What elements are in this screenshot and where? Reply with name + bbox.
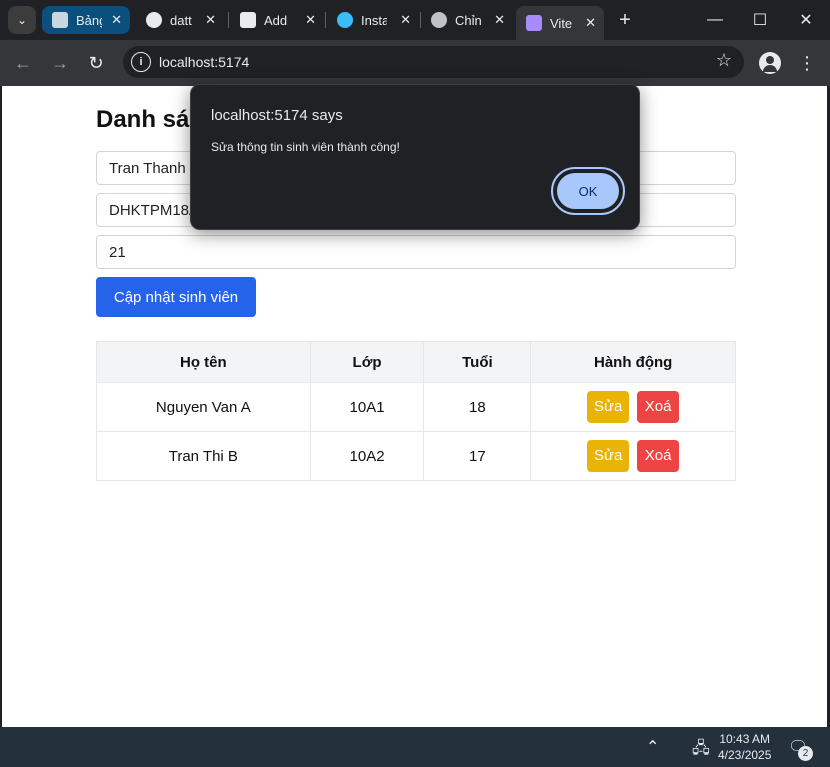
table-header-row: Họ tên Lớp Tuổi Hành động <box>96 341 736 383</box>
tab-5[interactable]: Chỉn ✕ <box>421 6 513 34</box>
browser-toolbar: ← → ↻ i localhost:5174 ☆ ⋮ <box>0 40 830 86</box>
clock[interactable]: 10:43 AM 4/23/2025 <box>718 731 771 763</box>
chevron-up-icon[interactable]: ⌃ <box>646 737 659 757</box>
age-input[interactable]: 21 <box>96 235 736 269</box>
tab-3[interactable]: Add ✕ <box>230 6 324 34</box>
reload-icon[interactable]: ↻ <box>83 50 109 76</box>
new-tab-icon[interactable]: + <box>614 8 636 32</box>
close-window-icon[interactable]: ✕ <box>791 8 821 32</box>
dialog-title: localhost:5174 says <box>211 107 343 124</box>
cell-actions: Sửa Xoá <box>530 382 736 432</box>
close-icon[interactable]: ✕ <box>400 12 411 28</box>
tab-4[interactable]: Insta ✕ <box>327 6 419 34</box>
notification-badge: 2 <box>798 746 813 761</box>
tab-search-icon[interactable]: ⌄ <box>8 6 36 34</box>
vite-icon <box>526 15 542 31</box>
dialog-message: Sửa thông tin sinh viên thành công! <box>211 140 400 154</box>
taskbar: ⌃ 🖧 10:43 AM 4/23/2025 🗨 2 <box>0 727 830 767</box>
close-icon[interactable]: ✕ <box>111 12 122 28</box>
class-input-value: DHKTPM18A <box>109 201 200 219</box>
maximize-icon[interactable]: ☐ <box>745 8 775 32</box>
app-icon <box>240 12 256 28</box>
age-input-value: 21 <box>109 243 126 261</box>
header-name: Họ tên <box>96 341 311 383</box>
edit-button[interactable]: Sửa <box>587 440 630 472</box>
clock-time: 10:43 AM <box>719 732 771 746</box>
student-table: Họ tên Lớp Tuổi Hành động Nguyen Van A 1… <box>96 341 736 481</box>
openai-icon <box>431 12 447 28</box>
cell-name: Nguyen Van A <box>96 382 311 432</box>
cell-name: Tran Thi B <box>96 431 311 481</box>
header-actions: Hành động <box>530 341 736 383</box>
address-bar[interactable]: i localhost:5174 ☆ <box>123 46 744 78</box>
tab-active[interactable]: Vite ✕ <box>516 6 604 40</box>
table-row: Nguyen Van A 10A1 18 Sửa Xoá <box>96 382 736 432</box>
update-student-button[interactable]: Cập nhật sinh viên <box>96 277 256 317</box>
bookmark-star-icon[interactable]: ☆ <box>716 50 732 71</box>
header-class: Lớp <box>309 341 425 383</box>
url-text[interactable]: localhost:5174 <box>159 54 249 70</box>
tab-1[interactable]: Bảng ✕ <box>42 6 130 34</box>
document-icon <box>52 12 68 28</box>
site-info-icon[interactable]: i <box>131 52 151 72</box>
cell-age: 17 <box>423 431 532 481</box>
delete-button[interactable]: Xoá <box>637 391 680 423</box>
close-icon[interactable]: ✕ <box>205 12 216 28</box>
close-icon[interactable]: ✕ <box>494 12 505 28</box>
profile-icon[interactable] <box>759 52 781 74</box>
table-row: Tran Thi B 10A2 17 Sửa Xoá <box>96 431 736 481</box>
tab-strip: ⌄ Bảng ✕ datt ✕ Add ✕ Insta ✕ Chỉn ✕ Vit… <box>0 0 830 40</box>
ok-button[interactable]: OK <box>551 167 625 215</box>
forward-icon[interactable]: → <box>47 50 73 76</box>
back-icon[interactable]: ← <box>10 50 36 76</box>
cell-age: 18 <box>423 382 532 432</box>
edit-button[interactable]: Sửa <box>587 391 630 423</box>
alert-dialog: localhost:5174 says Sửa thông tin sinh v… <box>190 84 640 230</box>
cell-actions: Sửa Xoá <box>530 431 736 481</box>
clock-date: 4/23/2025 <box>718 748 772 762</box>
cell-class: 10A2 <box>309 431 425 481</box>
menu-icon[interactable]: ⋮ <box>796 50 818 76</box>
name-input-value: Tran Thanh <box>109 159 186 177</box>
tailwind-icon <box>337 12 353 28</box>
header-age: Tuổi <box>423 341 532 383</box>
tab-2[interactable]: datt ✕ <box>136 6 224 34</box>
delete-button[interactable]: Xoá <box>637 440 680 472</box>
github-icon <box>146 12 162 28</box>
minimize-icon[interactable]: — <box>700 8 730 32</box>
cell-class: 10A1 <box>309 382 425 432</box>
close-icon[interactable]: ✕ <box>305 12 316 28</box>
close-icon[interactable]: ✕ <box>585 15 596 31</box>
network-icon[interactable]: 🖧 <box>692 737 710 764</box>
